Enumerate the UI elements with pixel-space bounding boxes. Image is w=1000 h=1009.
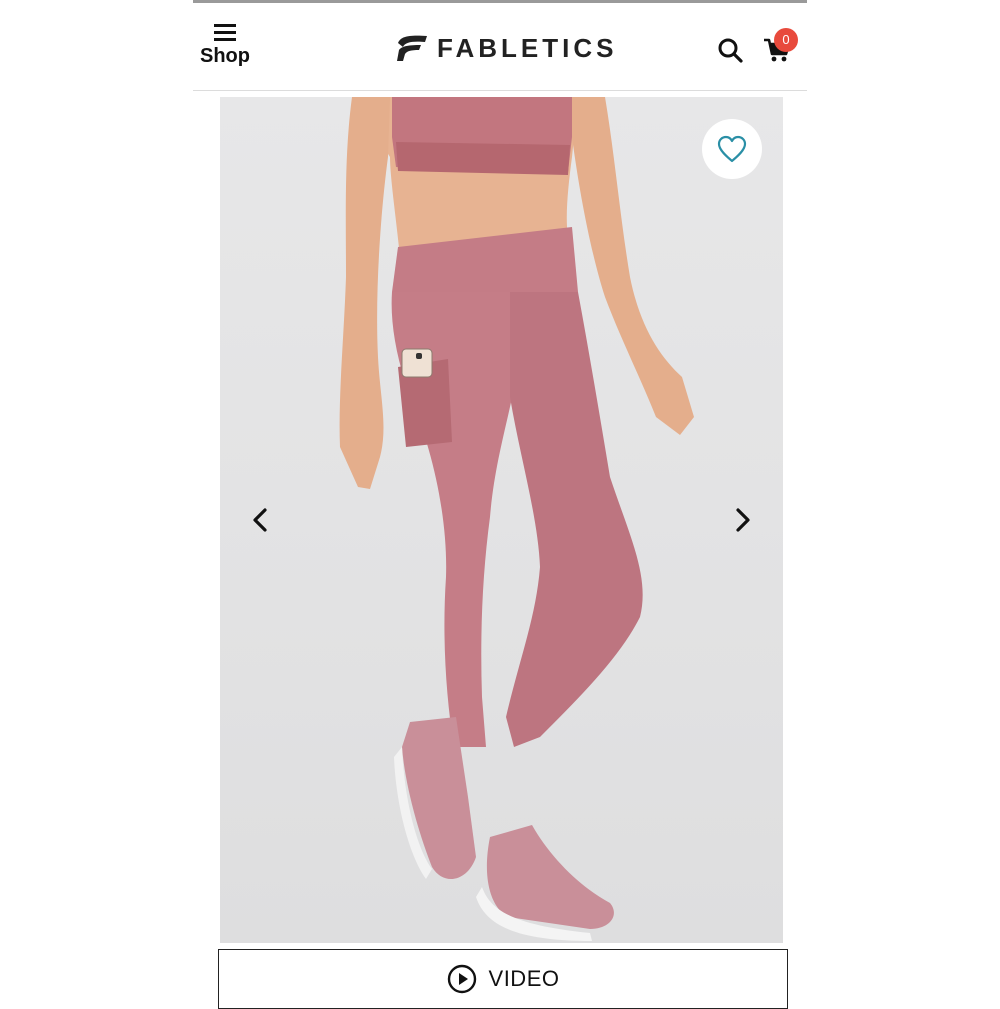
product-photo (339, 97, 694, 941)
shop-menu-button[interactable]: Shop (197, 23, 253, 83)
mobile-page: Shop FABLETICS 0 VIDEO (193, 0, 807, 1009)
chevron-right-icon[interactable] (729, 507, 755, 533)
fabletics-logo-icon (397, 35, 427, 61)
favorite-button[interactable] (702, 119, 762, 179)
heart-outline-icon (717, 135, 747, 163)
cart-count-badge: 0 (774, 28, 798, 52)
brand-logo[interactable]: FABLETICS (395, 31, 617, 65)
hamburger-icon (214, 23, 236, 41)
search-icon[interactable] (717, 37, 743, 63)
video-button[interactable]: VIDEO (218, 949, 788, 1009)
brand-name: FABLETICS (437, 32, 618, 63)
chevron-left-icon[interactable] (248, 507, 274, 533)
play-circle-icon (447, 964, 476, 994)
shop-label: Shop (200, 45, 250, 67)
site-header: Shop FABLETICS 0 (193, 3, 807, 91)
product-image[interactable] (220, 97, 783, 943)
video-label: VIDEO (488, 966, 560, 991)
